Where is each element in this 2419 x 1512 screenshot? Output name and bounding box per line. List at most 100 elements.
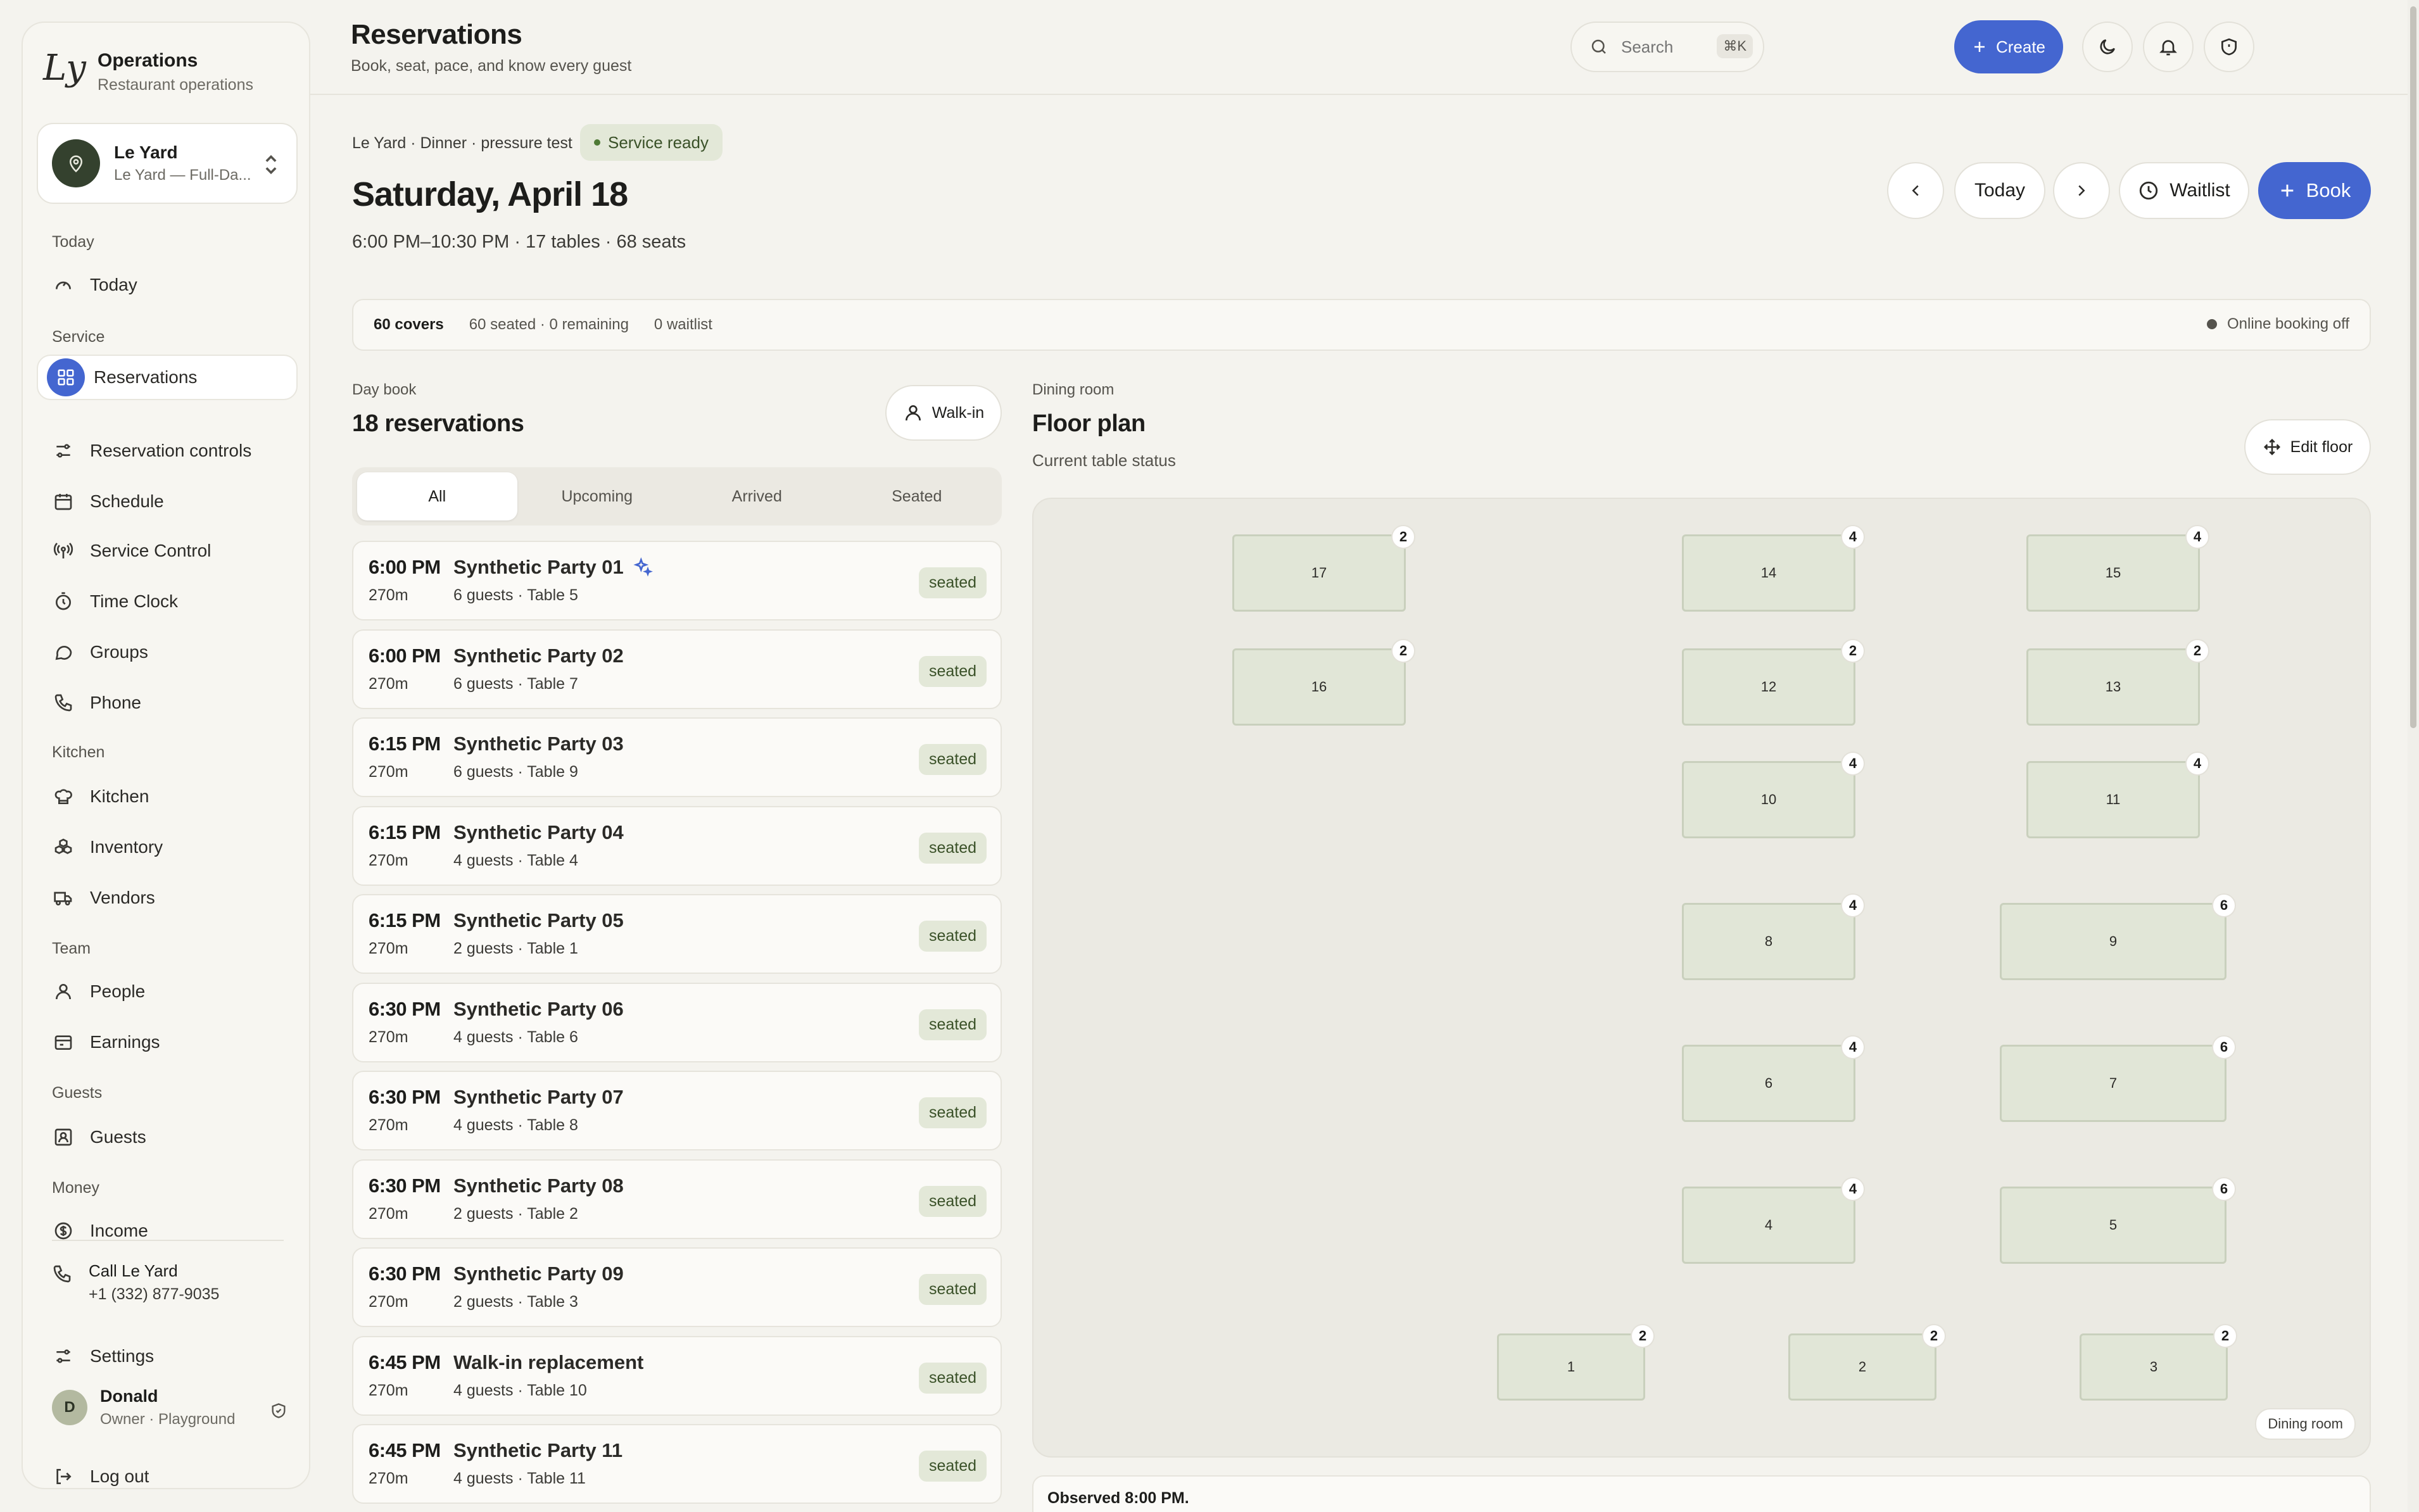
table-number: 12 — [1760, 679, 1777, 695]
location-switcher[interactable]: Le Yard Le Yard — Full-Da... — [37, 123, 298, 204]
nav-item-reservation-controls[interactable]: Reservation controls — [37, 428, 298, 474]
reservation-row[interactable]: 6:30 PM 270m Synthetic Party 07 4 guests · … — [352, 1071, 1002, 1150]
reservation-time: 6:15 PM — [369, 821, 441, 843]
floor-table[interactable]: 56 — [2000, 1177, 2236, 1264]
user-profile[interactable]: D Donald Owner · Playground — [52, 1384, 305, 1431]
dollar-circle-icon — [53, 1221, 73, 1241]
table-number: 8 — [1764, 933, 1773, 949]
user-role: Owner · Playground — [100, 1411, 236, 1428]
table-number: 17 — [1311, 565, 1327, 581]
tab-seated[interactable]: Seated — [837, 472, 997, 520]
nav-item-schedule[interactable]: Schedule — [37, 479, 298, 524]
book-button[interactable]: Book — [2258, 162, 2371, 219]
moon-icon — [2097, 37, 2118, 57]
nav-item-guests[interactable]: Guests — [37, 1114, 298, 1160]
service-meta: 6:00 PM–10:30 PM · 17 tables · 68 seats — [352, 232, 686, 252]
floor-table[interactable]: 15 4 — [2026, 525, 2209, 612]
search-input[interactable] — [1621, 37, 1710, 57]
waitlist-button[interactable]: Waitlist — [2119, 162, 2249, 219]
nav-item-today[interactable]: Today — [37, 262, 298, 308]
nav-item-income[interactable]: Income — [37, 1208, 298, 1254]
reservation-row[interactable]: 6:15 PM 270m Synthetic Party 05 2 guests · … — [352, 894, 1002, 974]
floor-table[interactable]: 17 2 — [1232, 525, 1415, 612]
floor-table[interactable]: 32 — [2080, 1324, 2237, 1401]
nav-item-label: Time Clock — [90, 591, 178, 611]
nav-section-guests: Guests — [52, 1084, 103, 1102]
call-restaurant[interactable]: Call Le Yard +1 (332) 877-9035 — [52, 1259, 219, 1306]
nav-item-earnings[interactable]: Earnings — [37, 1019, 298, 1065]
edit-floor-button[interactable]: Edit floor — [2244, 419, 2371, 475]
nav-item-service-control[interactable]: Service Control — [37, 528, 298, 574]
nav-item-reservations[interactable]: Reservations — [37, 355, 298, 400]
page-subtitle: Book, seat, pace, and know every guest — [351, 57, 632, 75]
floor-table[interactable]: 22 — [1788, 1324, 1946, 1401]
seat-count-badge: 2 — [1922, 1324, 1946, 1348]
security-button[interactable] — [2204, 22, 2254, 72]
create-button[interactable]: Create — [1954, 20, 2063, 73]
reservation-row[interactable]: 6:30 PM 270m Synthetic Party 08 2 guests · … — [352, 1159, 1002, 1239]
reservation-row[interactable]: 6:00 PM 270m Synthetic Party 01 6 guests · … — [352, 541, 1002, 621]
user-icon — [53, 981, 73, 1002]
online-booking-status[interactable]: Online booking off — [2206, 315, 2349, 333]
floor-table[interactable]: 76 — [2000, 1035, 2236, 1122]
next-day-button[interactable] — [2053, 162, 2110, 219]
nav-item-inventory[interactable]: Inventory — [37, 824, 298, 870]
reservation-row[interactable]: 6:30 PM 270m Synthetic Party 09 2 guests · … — [352, 1247, 1002, 1327]
floor-table[interactable]: 16 2 — [1232, 639, 1415, 726]
call-title: Call Le Yard — [89, 1261, 178, 1280]
reservation-duration: 270m — [369, 1205, 408, 1223]
room-chip[interactable]: Dining room — [2255, 1408, 2356, 1440]
floor-table[interactable]: 10 4 — [1682, 752, 1865, 838]
floor-table[interactable]: 13 2 — [2026, 639, 2209, 726]
reservation-name: Synthetic Party 04 — [453, 821, 624, 844]
status-badge: seated — [918, 1451, 987, 1482]
breadcrumb: Le Yard · Dinner · pressure test — [352, 134, 572, 152]
reservation-duration: 270m — [369, 940, 408, 957]
notifications-button[interactable] — [2143, 22, 2194, 72]
tab-arrived[interactable]: Arrived — [677, 472, 837, 520]
today-button[interactable]: Today — [1954, 162, 2045, 219]
nav-item-vendors[interactable]: Vendors — [37, 875, 298, 921]
tab-all[interactable]: All — [357, 472, 517, 520]
scrollbar-thumb[interactable] — [2410, 6, 2416, 728]
walk-in-button[interactable]: Walk-in — [885, 385, 1002, 441]
floor-table[interactable]: 11 4 — [2026, 752, 2209, 838]
nav-item-people[interactable]: People — [37, 969, 298, 1014]
nav-item-phone[interactable]: Phone — [37, 680, 298, 726]
keyboard-shortcut: ⌘K — [1717, 34, 1753, 58]
floor-table[interactable]: 14 4 — [1682, 525, 1865, 612]
reservation-row[interactable]: 6:45 PM 270m Walk-in replacement 4 guests ·… — [352, 1336, 1002, 1416]
reservation-row[interactable]: 6:45 PM 270m Synthetic Party 11 4 guests · … — [352, 1424, 1002, 1504]
previous-day-button[interactable] — [1887, 162, 1944, 219]
floor-table[interactable]: 12 — [1497, 1324, 1655, 1401]
nav-item-kitchen[interactable]: Kitchen — [37, 774, 298, 819]
nav-item-label: Income — [90, 1221, 148, 1240]
nav-item-time-clock[interactable]: Time Clock — [37, 579, 298, 624]
status-label: Service ready — [608, 132, 709, 152]
floor-table[interactable]: 96 — [2000, 893, 2236, 980]
tab-upcoming[interactable]: Upcoming — [517, 472, 678, 520]
nav-item-settings[interactable]: Settings — [37, 1333, 298, 1379]
reservation-row[interactable]: 6:15 PM 270m Synthetic Party 04 4 guests · … — [352, 806, 1002, 886]
covers-total: 60 covers — [374, 316, 444, 333]
nav-item-logout[interactable]: Log out — [37, 1454, 298, 1499]
search-box[interactable]: ⌘K — [1570, 22, 1764, 72]
scrollbar[interactable] — [2408, 0, 2419, 1512]
reservation-row[interactable]: 6:15 PM 270m Synthetic Party 03 6 guests · … — [352, 717, 1002, 797]
seat-count-badge: 2 — [2185, 639, 2209, 663]
floor-table[interactable]: 44 — [1682, 1177, 1865, 1264]
seat-count-badge: 4 — [1841, 1177, 1865, 1201]
theme-toggle-button[interactable] — [2082, 22, 2133, 72]
brand[interactable]: Ly Operations Restaurant operations — [42, 43, 253, 101]
reservation-name-text: Synthetic Party 11 — [453, 1439, 623, 1461]
reservation-row[interactable]: 6:00 PM 270m Synthetic Party 02 6 guests · … — [352, 629, 1002, 709]
floor-table[interactable]: 12 2 — [1682, 639, 1865, 726]
floor-table[interactable]: 84 — [1682, 893, 1865, 980]
reservation-row[interactable]: 6:30 PM 270m Synthetic Party 06 4 guests · … — [352, 983, 1002, 1062]
nav-item-groups[interactable]: Groups — [37, 629, 298, 675]
nav-item-label: Kitchen — [90, 786, 149, 806]
floor-table[interactable]: 64 — [1682, 1035, 1865, 1122]
svg-text:Ly: Ly — [42, 47, 87, 89]
floor-plan-subtitle: Current table status — [1032, 451, 1176, 470]
walk-in-label: Walk-in — [932, 403, 985, 422]
